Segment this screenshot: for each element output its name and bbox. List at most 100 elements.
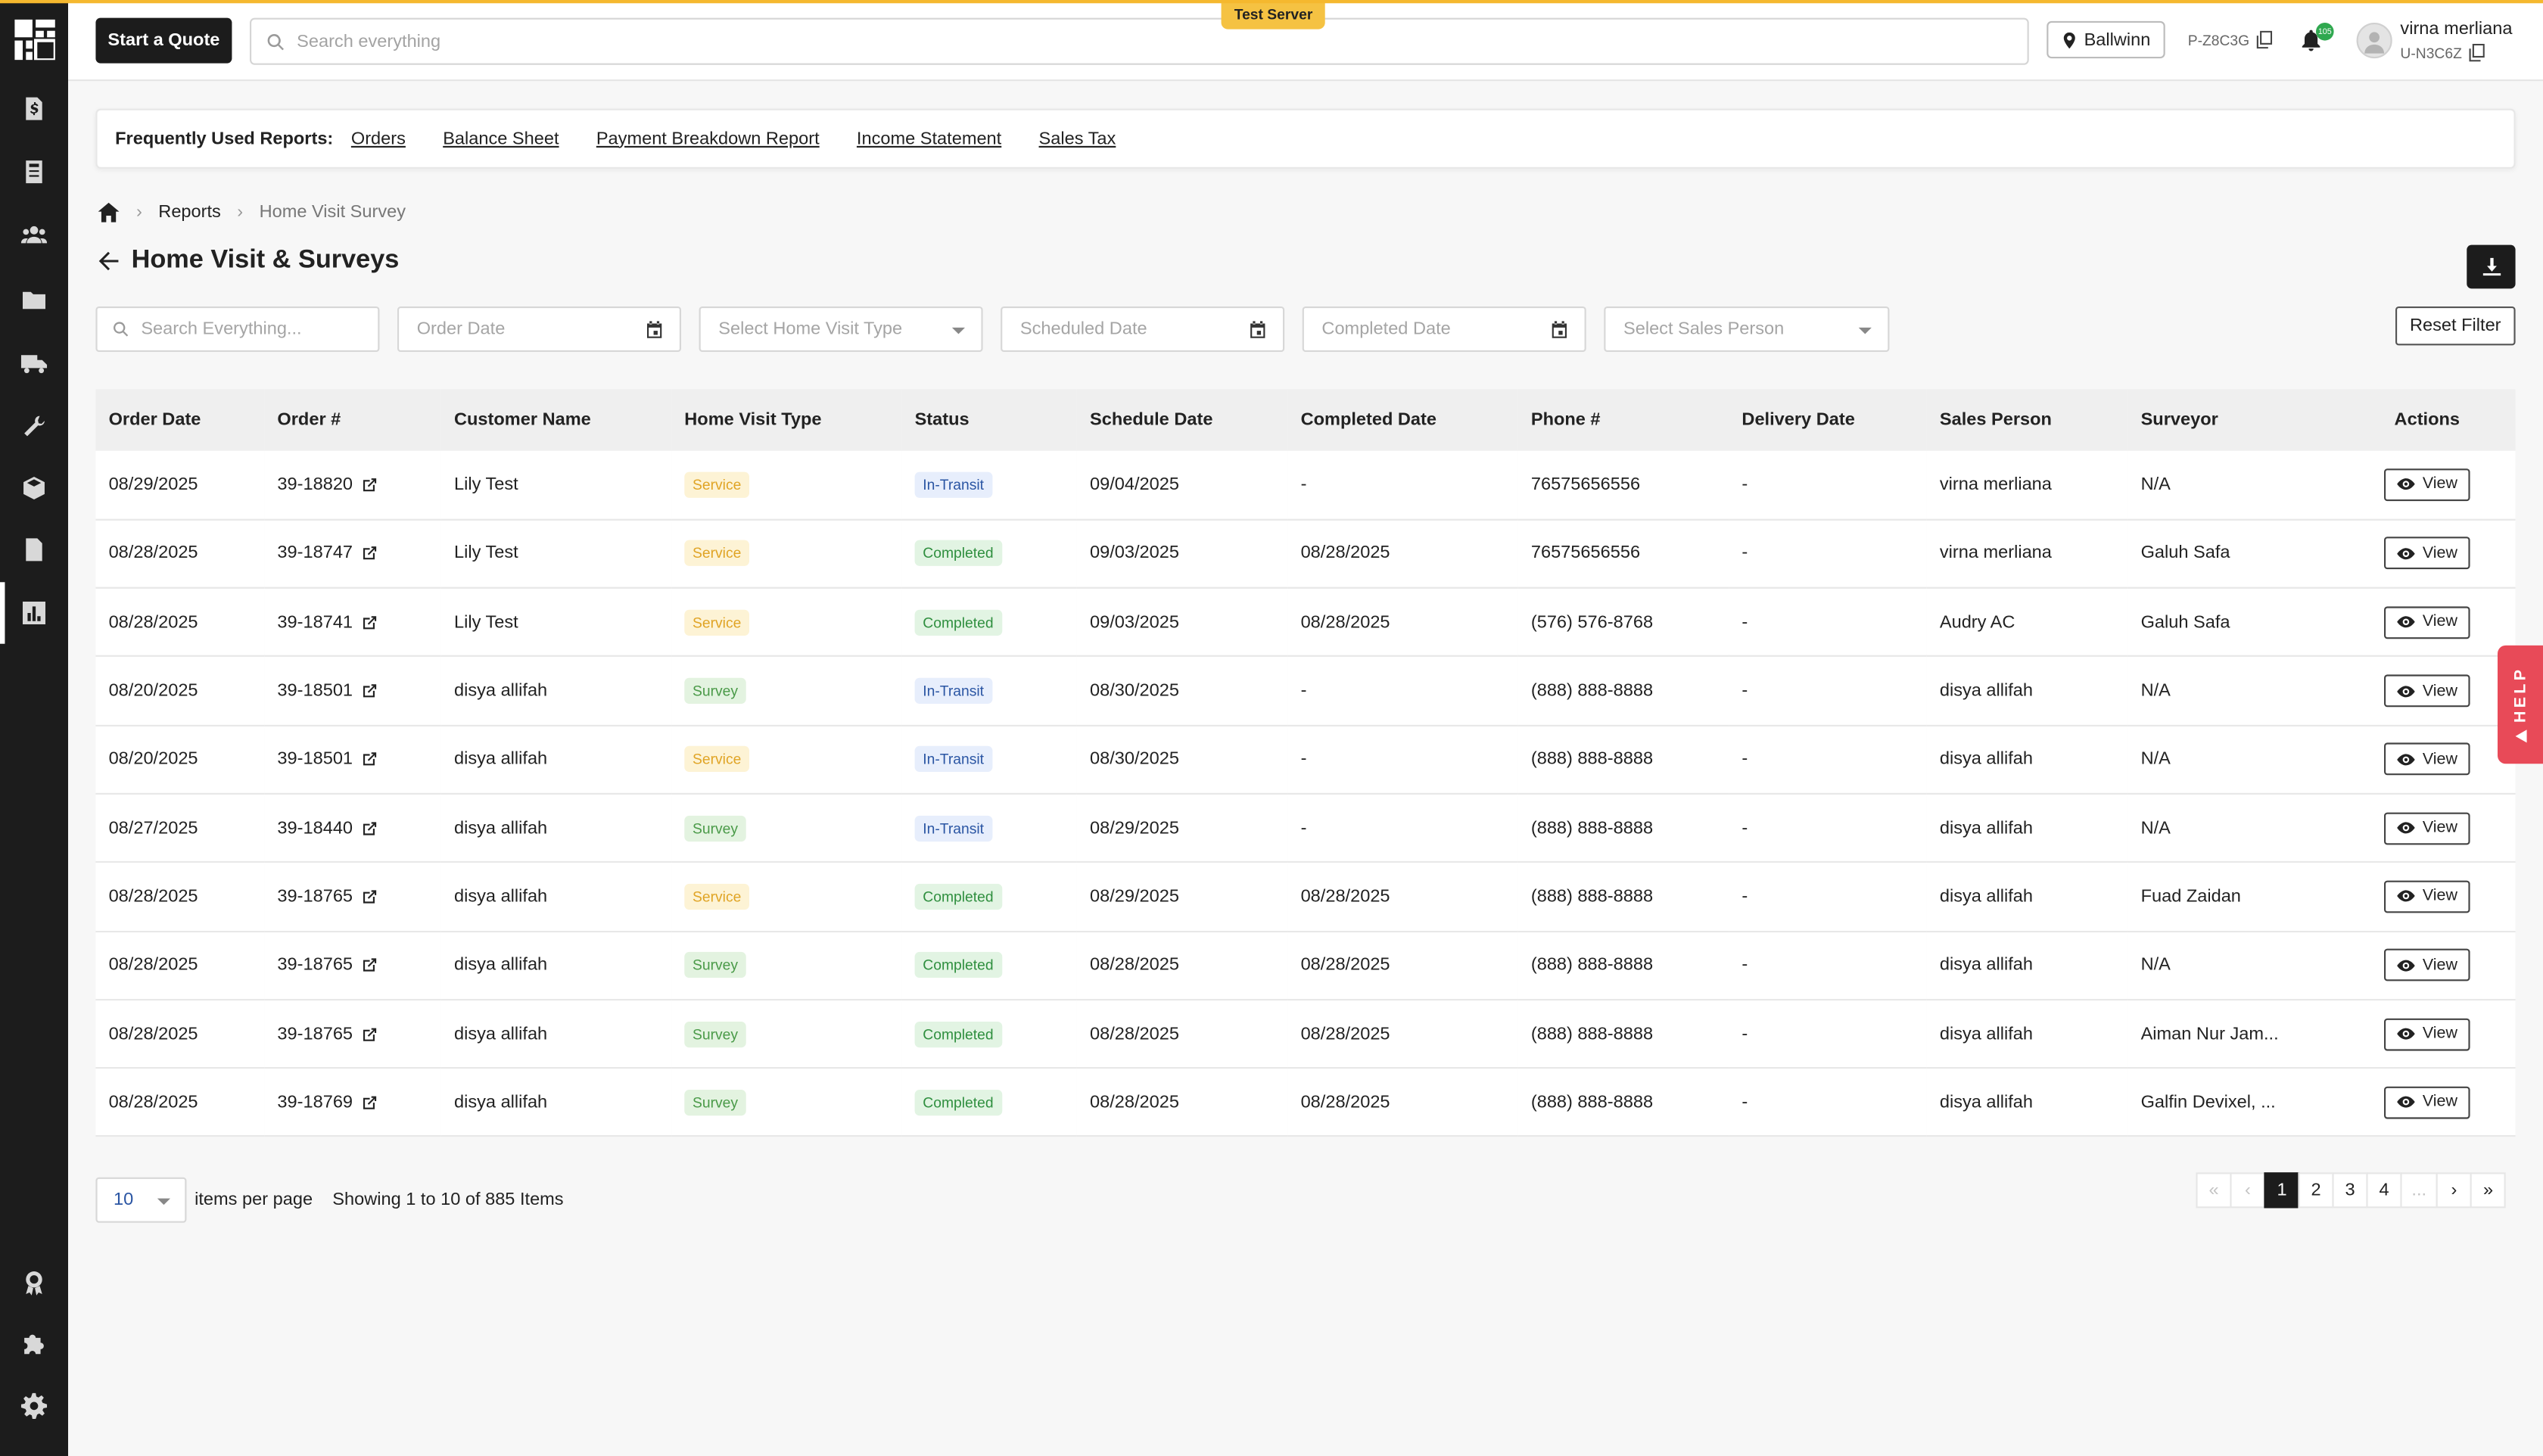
order-number-text: 39-18769	[277, 1092, 353, 1112]
document-icon[interactable]	[18, 534, 51, 566]
order-number-link[interactable]: 39-18501	[277, 681, 377, 701]
page-4-button[interactable]: 4	[2366, 1172, 2402, 1209]
filter-sales-person[interactable]: Select Sales Person	[1604, 306, 1890, 352]
copy-icon[interactable]	[2256, 30, 2273, 49]
reset-filter-button[interactable]: Reset Filter	[2395, 306, 2516, 346]
column-header-home-visit-type[interactable]: Home Visit Type	[671, 389, 901, 450]
order-number-link[interactable]: 39-18765	[277, 887, 377, 907]
page-next-button[interactable]: ›	[2436, 1172, 2473, 1209]
order-number-link[interactable]: 39-18747	[277, 544, 377, 564]
folder-icon[interactable]	[18, 284, 51, 316]
view-button[interactable]: View	[2383, 468, 2471, 501]
package-icon[interactable]	[18, 472, 51, 505]
cell-customer-name: disya allifah	[454, 955, 548, 975]
puzzle-icon[interactable]	[18, 1328, 51, 1361]
chevron-down-icon	[1858, 327, 1872, 334]
filter-home-visit-type[interactable]: Select Home Visit Type	[699, 306, 983, 352]
order-number-link[interactable]: 39-18765	[277, 956, 377, 975]
order-number-link[interactable]: 39-18501	[277, 750, 377, 769]
report-link-payment-breakdown[interactable]: Payment Breakdown Report	[596, 129, 820, 148]
view-label: View	[2422, 1093, 2457, 1112]
page-last-button[interactable]: »	[2470, 1172, 2507, 1209]
filter-completed-date[interactable]	[1302, 306, 1586, 352]
column-header-customer-name[interactable]: Customer Name	[441, 389, 671, 450]
avatar[interactable]	[2356, 23, 2392, 59]
view-button[interactable]: View	[2383, 674, 2471, 708]
cell-customer-name: disya allifah	[454, 681, 548, 701]
column-header-status[interactable]: Status	[901, 389, 1076, 450]
items-per-page-select[interactable]: 10	[95, 1177, 187, 1223]
tools-icon[interactable]	[18, 410, 51, 443]
cell-delivery-date: -	[1742, 886, 1748, 907]
home-icon[interactable]	[98, 201, 120, 224]
order-number-link[interactable]: 39-18765	[277, 1024, 377, 1044]
truck-icon[interactable]	[18, 347, 51, 380]
column-header-order-number[interactable]: Order #	[264, 389, 441, 450]
reports-icon[interactable]	[18, 597, 51, 630]
column-header-phone[interactable]: Phone #	[1518, 389, 1729, 450]
invoice-icon[interactable]	[18, 92, 51, 125]
order-number-link[interactable]: 39-18769	[277, 1093, 377, 1112]
cell-completed-date: 08/28/2025	[1300, 1092, 1390, 1112]
filter-search[interactable]	[95, 306, 380, 352]
filter-scheduled-date[interactable]	[1001, 306, 1285, 352]
cell-order-date: 08/28/2025	[108, 955, 198, 975]
search-icon	[114, 322, 129, 337]
view-button[interactable]: View	[2383, 1086, 2471, 1119]
column-header-order-date[interactable]: Order Date	[95, 389, 264, 450]
column-header-completed-date[interactable]: Completed Date	[1287, 389, 1517, 450]
order-date-input[interactable]	[416, 319, 680, 339]
download-button[interactable]	[2467, 244, 2516, 289]
column-header-delivery-date[interactable]: Delivery Date	[1729, 389, 1926, 450]
column-header-sales-person[interactable]: Sales Person	[1927, 389, 2128, 450]
page-prev-button[interactable]: ‹	[2230, 1172, 2266, 1209]
view-button[interactable]: View	[2383, 537, 2471, 571]
view-button[interactable]: View	[2383, 1017, 2471, 1050]
global-search[interactable]	[250, 17, 2029, 65]
cell-order-date: 08/28/2025	[108, 886, 198, 907]
breadcrumb-reports[interactable]: Reports	[158, 203, 221, 222]
location-button[interactable]: Ballwinn	[2047, 20, 2165, 59]
order-number-link[interactable]: 39-18820	[277, 475, 377, 494]
column-header-schedule-date[interactable]: Schedule Date	[1077, 389, 1288, 450]
report-link-sales-tax[interactable]: Sales Tax	[1039, 129, 1116, 148]
page-1-button[interactable]: 1	[2264, 1172, 2300, 1209]
breadcrumb: › Reports › Home Visit Survey	[98, 201, 406, 224]
view-button[interactable]: View	[2383, 949, 2471, 982]
help-tab[interactable]: HELP	[2498, 645, 2543, 764]
completed-date-input[interactable]	[1321, 319, 1585, 339]
column-header-surveyor[interactable]: Surveyor	[2127, 389, 2339, 450]
copy-icon[interactable]	[2468, 43, 2485, 62]
cell-status: Completed	[901, 1068, 1076, 1137]
page-2-button[interactable]: 2	[2298, 1172, 2334, 1209]
ledger-icon[interactable]	[18, 156, 51, 188]
back-arrow-icon[interactable]	[98, 250, 120, 272]
visit-type-badge: Service	[684, 471, 750, 498]
page-3-button[interactable]: 3	[2332, 1172, 2368, 1209]
report-link-income-statement[interactable]: Income Statement	[857, 129, 1001, 148]
global-search-input[interactable]	[297, 31, 1969, 51]
badge-icon[interactable]	[18, 1267, 51, 1299]
gear-icon[interactable]	[18, 1389, 51, 1422]
order-number-text: 39-18501	[277, 681, 353, 701]
view-button[interactable]: View	[2383, 880, 2471, 913]
filter-order-date[interactable]	[397, 306, 681, 352]
app-logo[interactable]	[14, 19, 55, 61]
view-button[interactable]: View	[2383, 811, 2471, 845]
view-button[interactable]: View	[2383, 605, 2471, 639]
page-first-button[interactable]: «	[2196, 1172, 2232, 1209]
start-quote-button[interactable]: Start a Quote	[95, 17, 232, 64]
view-button[interactable]: View	[2383, 743, 2471, 776]
visit-type-badge: Survey	[684, 1020, 746, 1047]
cell-actions: View	[2339, 794, 2516, 863]
search-icon	[267, 33, 284, 50]
filter-search-input[interactable]	[141, 319, 378, 339]
report-link-balance-sheet[interactable]: Balance Sheet	[443, 129, 559, 148]
order-number-link[interactable]: 39-18440	[277, 818, 377, 838]
customers-icon[interactable]	[18, 219, 51, 251]
cell-home-visit-type: Survey	[671, 931, 901, 1000]
order-number-link[interactable]: 39-18741	[277, 612, 377, 632]
scheduled-date-input[interactable]	[1019, 319, 1283, 339]
cell-schedule-date: 09/03/2025	[1090, 612, 1179, 633]
report-link-orders[interactable]: Orders	[351, 129, 406, 148]
